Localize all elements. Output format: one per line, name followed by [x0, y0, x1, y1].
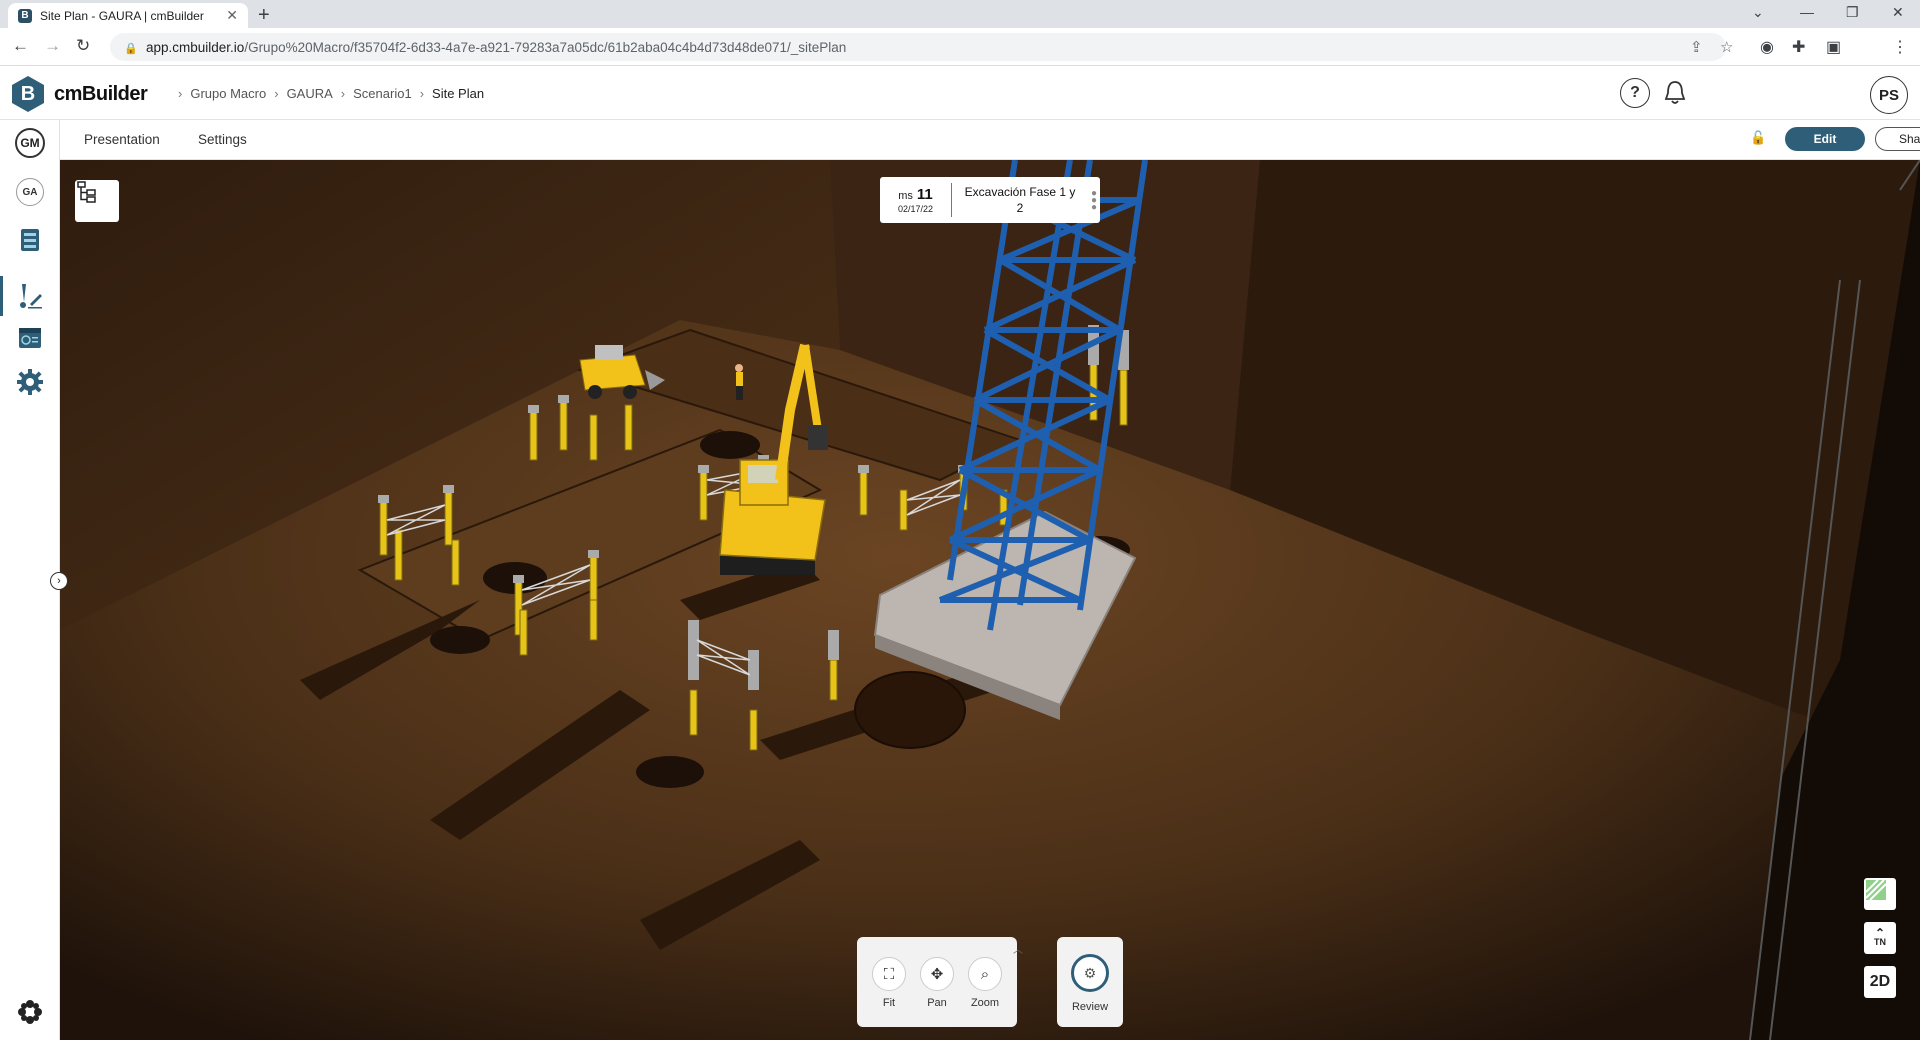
- milestone-name: Excavación Fase 1 y 2: [952, 184, 1088, 216]
- pan-label: Pan: [927, 997, 947, 1009]
- favicon-icon: B: [18, 8, 32, 23]
- north-label: TN: [1874, 937, 1886, 947]
- breadcrumb-chevron-icon: ›: [340, 86, 346, 101]
- north-button[interactable]: ⌃ TN: [1864, 922, 1896, 954]
- milestone-date: 02/17/22: [897, 204, 934, 214]
- bell-icon[interactable]: [1660, 78, 1690, 108]
- sub-header: Presentation Settings 🔓 Edit Share: [60, 120, 1920, 160]
- breadcrumb-gaura[interactable]: GAURA: [287, 86, 333, 101]
- breadcrumb-chevron-icon: ›: [419, 86, 425, 101]
- review-icon: ⚙: [1071, 954, 1109, 992]
- pan-tool[interactable]: ✥ Pan: [913, 957, 961, 1009]
- worker-figure: [735, 364, 743, 400]
- breadcrumb-current: Site Plan: [432, 86, 485, 101]
- zoom-label: Zoom: [970, 997, 1000, 1009]
- map-layer-button[interactable]: [1864, 878, 1896, 910]
- milestone-id: ms 11 02/17/22: [880, 183, 952, 217]
- tab-presentation[interactable]: Presentation: [84, 132, 160, 147]
- url-path: /Grupo%20Macro/f35704f2-6d33-4a7e-a921-7…: [244, 39, 847, 55]
- documents-icon[interactable]: [14, 224, 46, 256]
- new-tab-icon[interactable]: +: [258, 4, 270, 27]
- apps-flower-icon[interactable]: [14, 996, 46, 1028]
- map-icon: [1865, 879, 1887, 901]
- zoom-tool[interactable]: ⌕ Zoom: [961, 957, 1009, 1009]
- extension-icon[interactable]: ◉: [1760, 37, 1774, 57]
- browser-toolbar: ← → ↻ 🔒 app.cmbuilder.io/Grupo%20Macro/f…: [0, 28, 1920, 66]
- view-mode-toggle[interactable]: 2D: [1864, 966, 1896, 998]
- review-label: Review: [1071, 1001, 1109, 1013]
- breadcrumb: › Grupo Macro › GAURA › Scenario1 › Site…: [170, 86, 484, 101]
- unlock-icon[interactable]: 🔓: [1750, 130, 1766, 146]
- back-icon[interactable]: ←: [12, 36, 29, 56]
- forward-icon[interactable]: →: [44, 36, 61, 56]
- url-host: app.cmbuilder.io: [146, 39, 245, 55]
- bookmark-star-icon[interactable]: ☆: [1720, 38, 1733, 56]
- pile-pit: [854, 671, 966, 749]
- pan-icon: ✥: [920, 957, 954, 991]
- browser-tab[interactable]: B Site Plan - GAURA | cmBuilder ✕: [8, 3, 248, 28]
- side-panel-icon[interactable]: ▣: [1826, 37, 1841, 57]
- 3d-viewport[interactable]: ms 11 02/17/22 Excavación Fase 1 y 2 ● ● ● …: [60, 160, 1920, 1040]
- chrome-menu-icon[interactable]: ⋮: [1892, 37, 1908, 57]
- settings-gear-icon[interactable]: [14, 366, 46, 398]
- app-header: B cmBuilder › Grupo Macro › GAURA › Scen…: [0, 66, 1920, 120]
- milestone-number: 11: [916, 186, 933, 203]
- schedule-icon[interactable]: [14, 322, 46, 354]
- close-tab-icon[interactable]: ✕: [226, 7, 238, 24]
- fit-label: Fit: [882, 997, 896, 1009]
- lock-icon: 🔒: [124, 42, 138, 55]
- milestone-prefix: ms: [898, 190, 913, 202]
- puzzle-extensions-icon[interactable]: ✚: [1792, 37, 1805, 57]
- breadcrumb-grupo-macro[interactable]: Grupo Macro: [190, 86, 266, 101]
- milestone-card[interactable]: ms 11 02/17/22 Excavación Fase 1 y 2 ● ● ●: [880, 177, 1100, 223]
- layer-tree-button[interactable]: [75, 180, 119, 222]
- fit-tool[interactable]: ⛶ Fit: [865, 957, 913, 1009]
- project-avatar[interactable]: GA: [16, 178, 44, 206]
- address-bar[interactable]: 🔒 app.cmbuilder.io/Grupo%20Macro/f35704f…: [110, 33, 1726, 61]
- active-indicator: [0, 276, 3, 316]
- close-window-icon[interactable]: ✕: [1892, 4, 1904, 21]
- app-logo[interactable]: B cmBuilder: [12, 76, 148, 112]
- hierarchy-icon: [77, 181, 96, 203]
- pile-pit: [430, 626, 490, 654]
- app-name: cmBuilder: [54, 82, 148, 105]
- logo-mark: B: [12, 76, 44, 112]
- expand-panel-chevron-icon[interactable]: ›: [50, 572, 68, 590]
- share-page-icon[interactable]: ⇪: [1690, 38, 1703, 56]
- user-avatar[interactable]: PS: [1870, 76, 1908, 114]
- reload-icon[interactable]: ↻: [76, 36, 90, 56]
- review-tool[interactable]: ⚙ Review: [1057, 937, 1123, 1027]
- zoom-icon: ⌕: [968, 957, 1002, 991]
- site-scene: [60, 160, 1920, 1040]
- restore-icon[interactable]: ❐: [1846, 4, 1859, 21]
- milestone-name-line1: Excavación Fase 1 y: [964, 185, 1076, 199]
- browser-tabbar: B Site Plan - GAURA | cmBuilder ✕ + ⌄ — …: [0, 0, 1920, 28]
- minimize-icon[interactable]: —: [1800, 4, 1814, 20]
- chevron-up-icon[interactable]: ︿: [1013, 941, 1023, 956]
- tab-search-icon[interactable]: ⌄: [1752, 4, 1764, 21]
- fit-icon: ⛶: [872, 957, 906, 991]
- breadcrumb-scenario[interactable]: Scenario1: [353, 86, 412, 101]
- edit-button[interactable]: Edit: [1785, 127, 1865, 151]
- milestone-name-line2: 2: [1016, 201, 1024, 215]
- pile-pit: [636, 756, 704, 788]
- pile-pit: [700, 431, 760, 459]
- site-plan-icon[interactable]: [14, 280, 46, 312]
- breadcrumb-chevron-icon: ›: [178, 86, 183, 101]
- breadcrumb-chevron-icon: ›: [274, 86, 279, 101]
- org-avatar[interactable]: GM: [15, 128, 45, 158]
- navigation-toolbox: ︿ ⛶ Fit ✥ Pan ⌕ Zoom: [857, 937, 1023, 1027]
- help-icon[interactable]: ?: [1620, 78, 1650, 108]
- more-options-icon[interactable]: ● ● ●: [1088, 188, 1100, 212]
- share-button[interactable]: Share: [1875, 127, 1920, 151]
- tab-settings[interactable]: Settings: [198, 132, 247, 147]
- tab-title: Site Plan - GAURA | cmBuilder: [40, 8, 204, 23]
